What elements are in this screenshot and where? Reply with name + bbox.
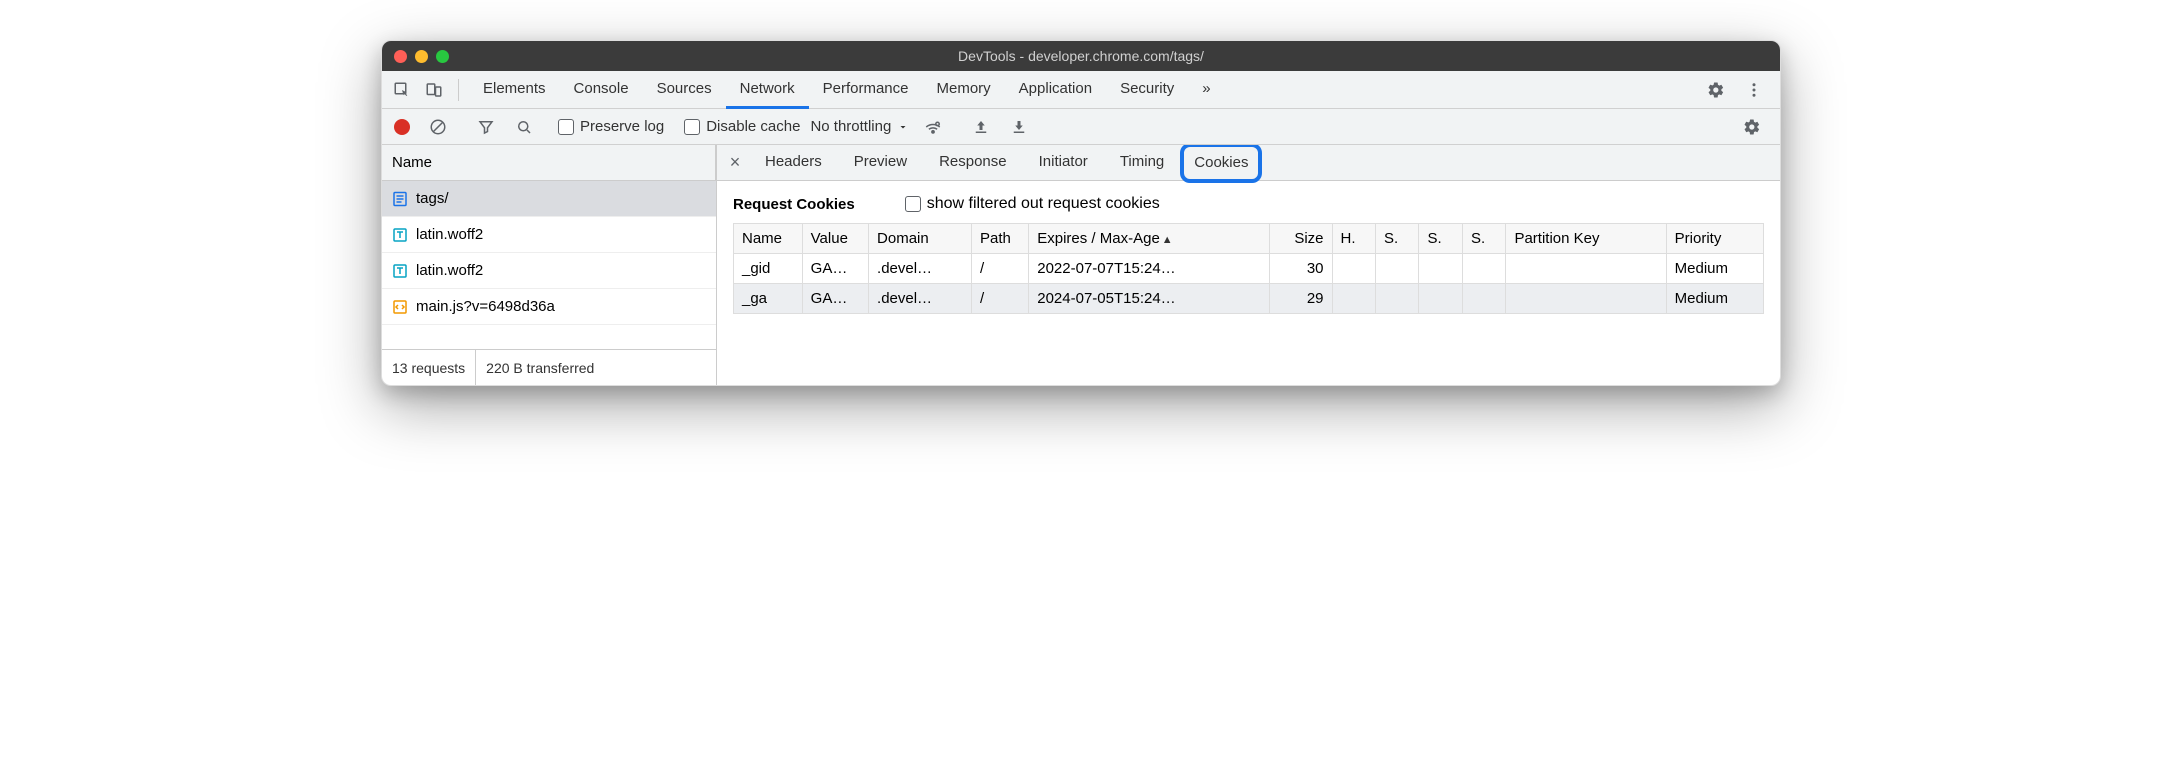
document-icon xyxy=(392,191,408,207)
chevron-down-icon xyxy=(897,121,909,133)
show-filtered-checkbox[interactable]: show filtered out request cookies xyxy=(905,195,1160,213)
upload-har-icon[interactable] xyxy=(967,113,995,141)
tab-sources[interactable]: Sources xyxy=(643,71,726,109)
network-toolbar: Preserve log Disable cache No throttling xyxy=(382,109,1780,145)
col-secure[interactable]: S. xyxy=(1376,224,1419,254)
status-transferred: 220 B transferred xyxy=(476,360,604,376)
devtools-window: DevTools - developer.chrome.com/tags/ El… xyxy=(381,40,1781,386)
tab-elements[interactable]: Elements xyxy=(469,71,560,109)
cookies-table: Name Value Domain Path Expires / Max-Age… xyxy=(733,223,1764,314)
tab-network[interactable]: Network xyxy=(726,71,809,109)
throttling-value: No throttling xyxy=(810,118,891,135)
preserve-log-label: Preserve log xyxy=(580,118,664,135)
tab-application[interactable]: Application xyxy=(1005,71,1106,109)
request-list-header[interactable]: Name xyxy=(382,145,716,181)
window-title: DevTools - developer.chrome.com/tags/ xyxy=(382,48,1780,64)
kebab-menu-icon[interactable] xyxy=(1740,76,1768,104)
window-minimize-button[interactable] xyxy=(415,50,428,63)
network-settings-gear-icon[interactable] xyxy=(1738,113,1766,141)
table-row[interactable]: _gid GA… .devel… / 2022-07-07T15:24… 30 … xyxy=(734,254,1764,284)
filter-icon[interactable] xyxy=(472,113,500,141)
section-title: Request Cookies xyxy=(733,196,855,213)
tab-response[interactable]: Response xyxy=(923,145,1023,181)
status-bar: 13 requests 220 B transferred xyxy=(382,349,716,385)
request-row[interactable]: latin.woff2 xyxy=(382,217,716,253)
window-controls xyxy=(382,50,449,63)
tab-security[interactable]: Security xyxy=(1106,71,1188,109)
status-requests: 13 requests xyxy=(382,360,475,376)
separator xyxy=(458,79,459,101)
tabs-overflow[interactable]: » xyxy=(1188,71,1224,109)
request-name: main.js?v=6498d36a xyxy=(416,298,555,315)
preserve-log-checkbox[interactable]: Preserve log xyxy=(558,118,664,135)
request-name: latin.woff2 xyxy=(416,262,483,279)
settings-gear-icon[interactable] xyxy=(1702,76,1730,104)
request-list: tags/ latin.woff2 latin.woff2 main.js?v=… xyxy=(382,181,716,349)
tab-timing[interactable]: Timing xyxy=(1104,145,1180,181)
search-icon[interactable] xyxy=(510,113,538,141)
font-icon xyxy=(392,263,408,279)
col-sameparty[interactable]: S. xyxy=(1462,224,1505,254)
panel-tabs: Elements Console Sources Network Perform… xyxy=(469,71,1698,109)
col-partition-key[interactable]: Partition Key xyxy=(1506,224,1666,254)
request-name: tags/ xyxy=(416,190,449,207)
titlebar: DevTools - developer.chrome.com/tags/ xyxy=(382,41,1780,71)
tab-memory[interactable]: Memory xyxy=(923,71,1005,109)
col-size[interactable]: Size xyxy=(1269,224,1332,254)
request-row[interactable]: latin.woff2 xyxy=(382,253,716,289)
tab-initiator[interactable]: Initiator xyxy=(1023,145,1104,181)
tab-headers[interactable]: Headers xyxy=(749,145,838,181)
col-value[interactable]: Value xyxy=(802,224,868,254)
col-domain[interactable]: Domain xyxy=(869,224,972,254)
main-toolbar: Elements Console Sources Network Perform… xyxy=(382,71,1780,109)
tab-console[interactable]: Console xyxy=(560,71,643,109)
table-row[interactable]: _ga GA… .devel… / 2024-07-05T15:24… 29 M… xyxy=(734,284,1764,314)
request-row[interactable]: tags/ xyxy=(382,181,716,217)
tab-preview[interactable]: Preview xyxy=(838,145,923,181)
request-list-pane: Name tags/ latin.woff2 latin.woff2 main.… xyxy=(382,145,717,385)
window-close-button[interactable] xyxy=(394,50,407,63)
font-icon xyxy=(392,227,408,243)
record-button[interactable] xyxy=(394,119,410,135)
show-filtered-label: show filtered out request cookies xyxy=(927,195,1160,213)
col-name[interactable]: Name xyxy=(734,224,803,254)
device-toolbar-icon[interactable] xyxy=(420,76,448,104)
detail-tabs: × Headers Preview Response Initiator Tim… xyxy=(717,145,1780,181)
tab-performance[interactable]: Performance xyxy=(809,71,923,109)
download-har-icon[interactable] xyxy=(1005,113,1033,141)
col-path[interactable]: Path xyxy=(972,224,1029,254)
throttling-select[interactable]: No throttling xyxy=(810,118,909,135)
request-row[interactable]: main.js?v=6498d36a xyxy=(382,289,716,325)
col-samesite[interactable]: S. xyxy=(1419,224,1462,254)
clear-icon[interactable] xyxy=(424,113,452,141)
request-name: latin.woff2 xyxy=(416,226,483,243)
tab-cookies[interactable]: Cookies xyxy=(1180,145,1262,183)
content-area: Name tags/ latin.woff2 latin.woff2 main.… xyxy=(382,145,1780,385)
script-icon xyxy=(392,299,408,315)
inspect-element-icon[interactable] xyxy=(388,76,416,104)
sort-asc-icon: ▲ xyxy=(1162,234,1173,246)
detail-pane: × Headers Preview Response Initiator Tim… xyxy=(717,145,1780,385)
col-httponly[interactable]: H. xyxy=(1332,224,1375,254)
network-conditions-icon[interactable] xyxy=(919,113,947,141)
disable-cache-label: Disable cache xyxy=(706,118,800,135)
col-priority[interactable]: Priority xyxy=(1666,224,1763,254)
window-maximize-button[interactable] xyxy=(436,50,449,63)
disable-cache-checkbox[interactable]: Disable cache xyxy=(684,118,800,135)
cookies-panel: Request Cookies show filtered out reques… xyxy=(717,181,1780,314)
close-detail-button[interactable]: × xyxy=(721,152,749,173)
table-header-row: Name Value Domain Path Expires / Max-Age… xyxy=(734,224,1764,254)
col-expires[interactable]: Expires / Max-Age▲ xyxy=(1029,224,1269,254)
